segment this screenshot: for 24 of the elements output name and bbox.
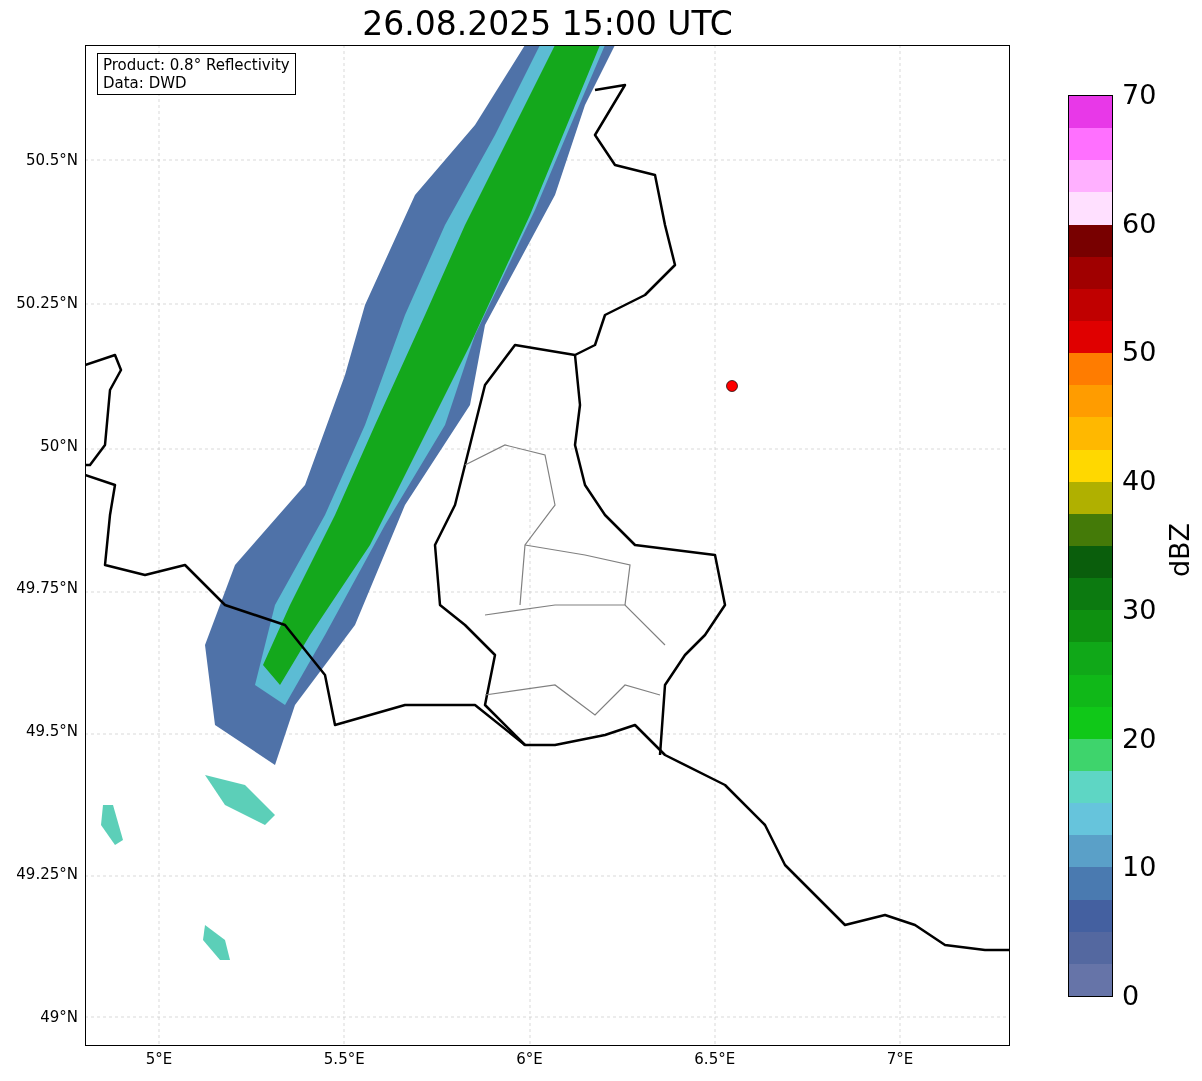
latitude-label: 49°N — [40, 1007, 78, 1026]
chart-title: 26.08.2025 15:00 UTC — [362, 4, 733, 44]
colorbar-tick-label: 0 — [1122, 980, 1140, 1011]
latitude-label: 50°N — [40, 436, 78, 455]
colorbar-tick-label: 70 — [1122, 80, 1157, 110]
latitude-label: 50.25°N — [16, 293, 78, 312]
colorbar-tick-label: 50 — [1122, 337, 1157, 368]
latitude-label: 49.75°N — [16, 579, 78, 598]
info-text: Product: 0.8° Reflectivity — [103, 56, 290, 74]
colorbar-tick-label: 60 — [1122, 208, 1157, 239]
longitude-label: 7°E — [886, 1050, 914, 1068]
colorbar-tick-label: 10 — [1122, 852, 1157, 883]
longitude-label: 5.5°E — [323, 1050, 365, 1068]
longitude-label: 6°E — [516, 1050, 543, 1068]
colorbar-tick-label: 30 — [1122, 594, 1157, 625]
latitude-label: 49.5°N — [25, 722, 78, 741]
longitude-label: 6.5°E — [694, 1050, 736, 1068]
latitude-label: 50.5°N — [25, 151, 78, 169]
latitude-label: 49.25°N — [16, 865, 78, 883]
colorbar-tick-label: 20 — [1122, 723, 1157, 754]
longitude-label: 5°E — [145, 1050, 173, 1068]
colorbar-tick-label: 40 — [1122, 466, 1157, 497]
colorbar-label: dBZ — [1165, 522, 1195, 578]
info-text: Data: DWD — [103, 74, 188, 92]
